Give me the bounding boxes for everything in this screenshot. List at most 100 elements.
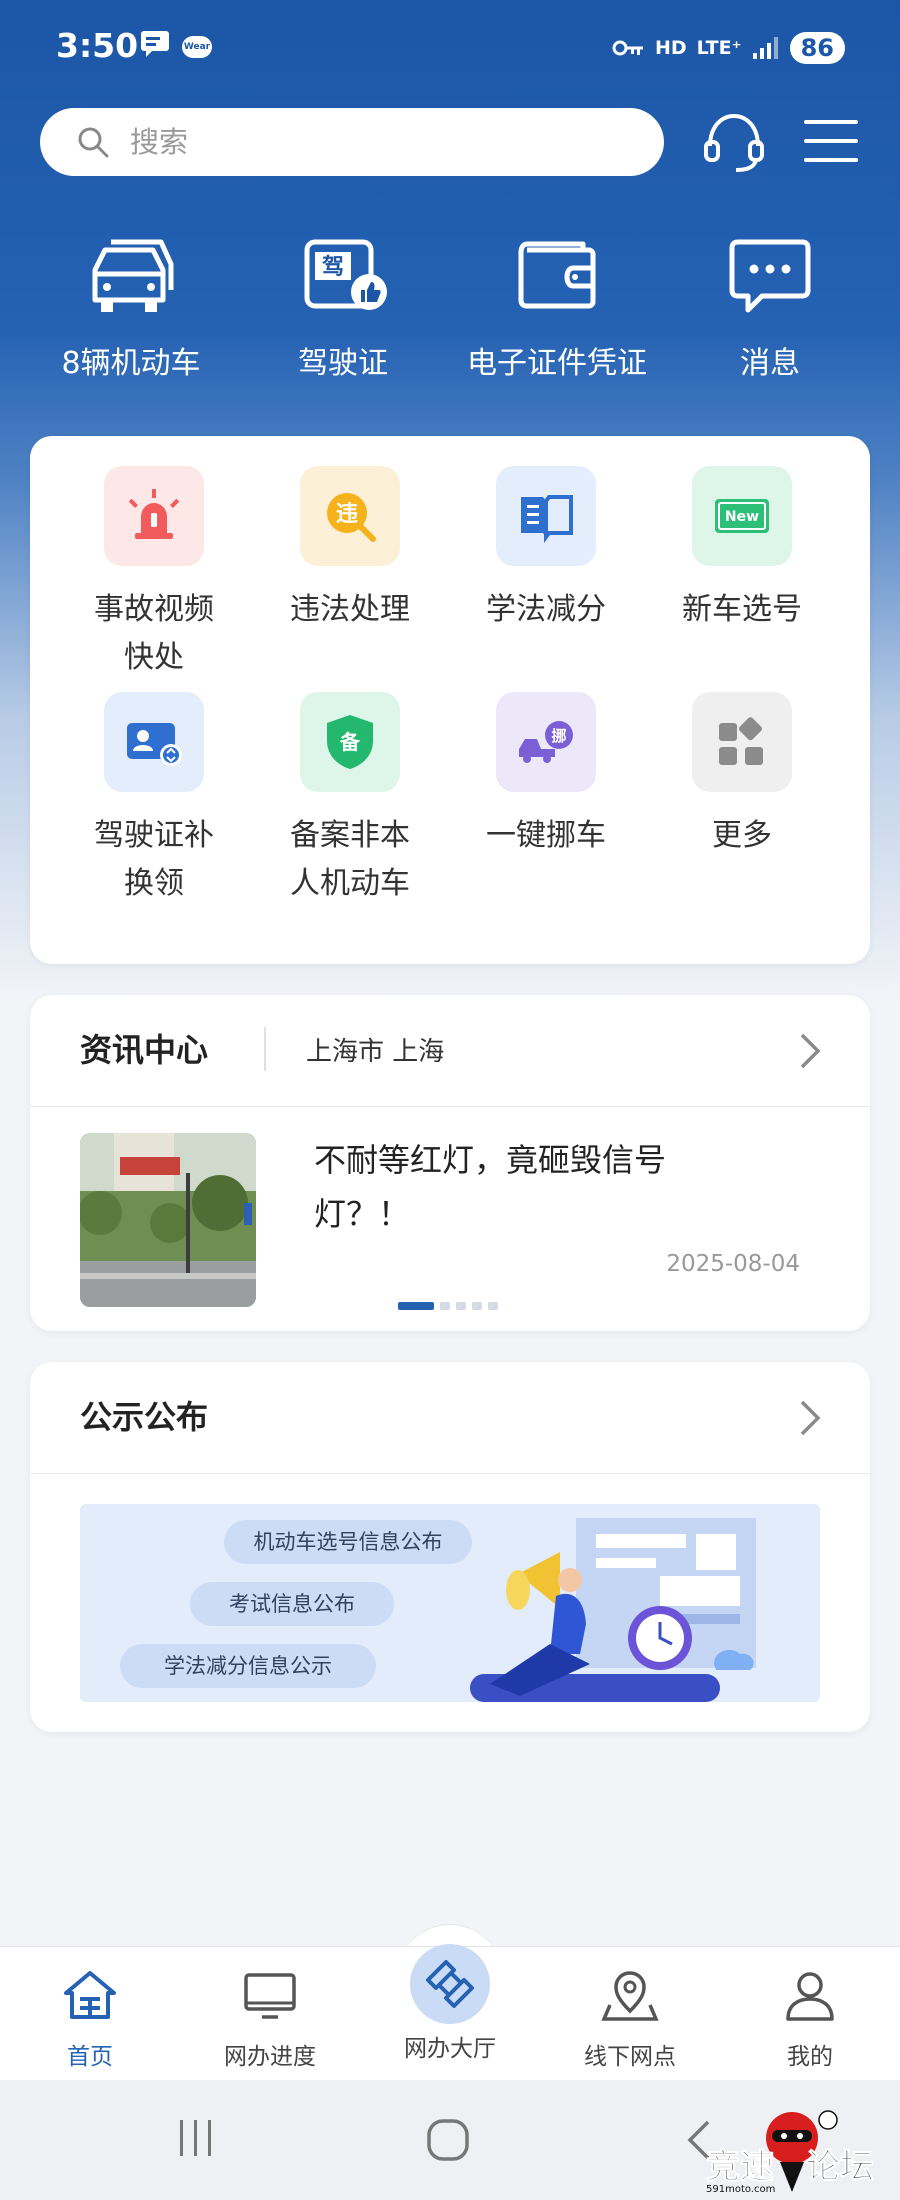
carousel-dot xyxy=(472,1302,482,1310)
quick-action-messages[interactable]: 消息 xyxy=(665,230,875,382)
status-time: 3:50 xyxy=(56,26,139,65)
quick-action-license[interactable]: 驾 驾驶证 xyxy=(238,230,448,382)
quick-action-e-certificate[interactable]: 电子证件凭证 xyxy=(452,230,662,382)
quick-action-label: 电子证件凭证 xyxy=(467,346,647,381)
nav-label: 线下网点 xyxy=(584,2044,676,2070)
car-icon xyxy=(92,239,174,312)
svg-text:论坛: 论坛 xyxy=(806,2147,874,2187)
violation-icon: 违 xyxy=(327,493,376,542)
notice-pill-plate[interactable]: 机动车选号信息公布 xyxy=(224,1520,472,1564)
search-icon xyxy=(78,127,109,158)
quick-action-vehicles[interactable]: 8辆机动车 xyxy=(26,230,236,382)
quick-actions: 8辆机动车 驾 驾驶证 电子证件凭证 消息 xyxy=(0,230,900,390)
service-label: 事故视频 快处 xyxy=(94,592,214,675)
svg-text:591moto.com: 591moto.com xyxy=(706,2184,775,2195)
service-label: 学法减分 xyxy=(486,592,606,627)
quick-action-label: 驾驶证 xyxy=(298,346,388,381)
search-input[interactable] xyxy=(130,125,590,159)
service-label: 违法处理 xyxy=(290,592,410,627)
recent-apps-icon[interactable] xyxy=(176,2118,216,2158)
divider xyxy=(264,1027,266,1071)
siren-icon xyxy=(128,489,180,539)
carousel-indicator xyxy=(398,1302,498,1310)
signal-icon xyxy=(752,37,778,59)
svg-text:挪: 挪 xyxy=(551,727,566,745)
nav-home[interactable]: 首页 xyxy=(10,1965,170,2071)
menu-icon[interactable] xyxy=(802,114,860,168)
more-grid-icon xyxy=(719,717,763,765)
chevron-right-icon[interactable] xyxy=(798,1031,822,1071)
license-icon: 驾 xyxy=(304,239,387,310)
tow-truck-icon: 挪 xyxy=(519,721,573,763)
service-grid: 事故视频 快处 违 违法处理 学法减分 New 新车选号 驾驶证补 换领 备 备… xyxy=(30,436,870,964)
notice-pill-study[interactable]: 学法减分信息公示 xyxy=(120,1644,376,1688)
svg-text:违: 违 xyxy=(336,501,358,527)
service-register-vehicle[interactable]: 备 备案非本 人机动车 xyxy=(252,692,448,908)
carousel-dot-active xyxy=(398,1302,434,1310)
service-label: 驾驶证补 换领 xyxy=(94,818,214,901)
status-bar: 3:50 Wear HD LTE⁺ 86 xyxy=(0,0,900,95)
service-move-car[interactable]: 挪 一键挪车 xyxy=(448,692,644,860)
news-location[interactable]: 上海市 上海 xyxy=(306,1031,444,1068)
nav-label: 首页 xyxy=(67,2044,113,2070)
svg-text:驾: 驾 xyxy=(322,254,344,280)
service-violation[interactable]: 违 违法处理 xyxy=(252,466,448,634)
nav-label: 我的 xyxy=(787,2044,833,2070)
notice-header[interactable]: 公示公布 xyxy=(30,1362,870,1474)
search-bar[interactable] xyxy=(40,108,664,176)
nav-progress[interactable]: 网办进度 xyxy=(190,1965,350,2071)
monitor-icon xyxy=(244,1973,296,2019)
news-center: 资讯中心 上海市 上海 不耐等红灯，竟砸毁信号灯？！ 2025-08-04 xyxy=(30,995,870,1331)
service-accident-video[interactable]: 事故视频 快处 xyxy=(56,466,252,682)
service-more[interactable]: 更多 xyxy=(644,692,840,860)
nav-offline-locations[interactable]: 线下网点 xyxy=(550,1965,710,2071)
watermark-logo: 竞速 论坛 591moto.com xyxy=(706,2110,875,2195)
news-header[interactable]: 资讯中心 上海市 上海 xyxy=(30,995,870,1107)
user-icon xyxy=(786,1972,834,2021)
notice-banner[interactable]: 机动车选号信息公布 考试信息公布 学法减分信息公示 xyxy=(80,1504,820,1702)
svg-text:备: 备 xyxy=(339,730,361,754)
news-image xyxy=(80,1133,256,1307)
service-label: 一键挪车 xyxy=(486,818,606,853)
lte-indicator: LTE⁺ xyxy=(696,37,742,59)
service-new-plate[interactable]: New 新车选号 xyxy=(644,466,840,634)
hd-indicator: HD xyxy=(654,37,687,59)
nav-label[interactable]: 网办大厅 xyxy=(370,2029,530,2063)
home-icon xyxy=(64,1971,116,2019)
notice-pill-exam[interactable]: 考试信息公布 xyxy=(190,1582,394,1626)
message-icon xyxy=(729,239,811,313)
notice-title: 公示公布 xyxy=(80,1398,209,1436)
chevron-right-icon[interactable] xyxy=(798,1398,822,1438)
wear-icon: Wear xyxy=(182,36,212,58)
nav-hall[interactable] xyxy=(410,1944,490,2024)
battery-indicator: 86 xyxy=(789,32,845,64)
svg-text:New: New xyxy=(725,509,759,525)
home-button-icon[interactable] xyxy=(426,2118,470,2162)
public-notice: 公示公布 机动车选号信息公布 考试信息公布 学法减分信息公示 xyxy=(30,1362,870,1732)
key-icon xyxy=(612,40,643,56)
id-card-icon xyxy=(127,723,182,766)
svg-text:竞速: 竞速 xyxy=(706,2147,774,2187)
news-date: 2025-08-04 xyxy=(666,1251,800,1277)
new-plate-icon: New xyxy=(715,499,769,533)
carousel-dot xyxy=(456,1302,466,1310)
nav-mine[interactable]: 我的 xyxy=(730,1965,890,2071)
news-title: 资讯中心 xyxy=(80,1031,209,1069)
service-study-deduct[interactable]: 学法减分 xyxy=(448,466,644,634)
book-icon xyxy=(521,495,573,543)
service-label: 备案非本 人机动车 xyxy=(290,818,410,901)
service-license-replace[interactable]: 驾驶证补 换领 xyxy=(56,692,252,908)
carousel-dot xyxy=(440,1302,450,1310)
notice-illustration xyxy=(470,1518,756,1702)
customer-service-icon[interactable] xyxy=(700,110,768,174)
service-label: 新车选号 xyxy=(682,592,802,627)
news-headline[interactable]: 不耐等红灯，竟砸毁信号灯？！ xyxy=(314,1133,734,1241)
news-thumbnail[interactable] xyxy=(80,1133,256,1307)
quick-action-label: 消息 xyxy=(740,346,800,381)
chat-notification-icon xyxy=(141,31,169,57)
service-label: 更多 xyxy=(712,818,772,853)
location-pin-icon xyxy=(601,1971,659,2021)
nav-label: 网办进度 xyxy=(224,2044,316,2070)
wallet-icon xyxy=(518,241,596,309)
hall-icon xyxy=(426,1960,474,2008)
